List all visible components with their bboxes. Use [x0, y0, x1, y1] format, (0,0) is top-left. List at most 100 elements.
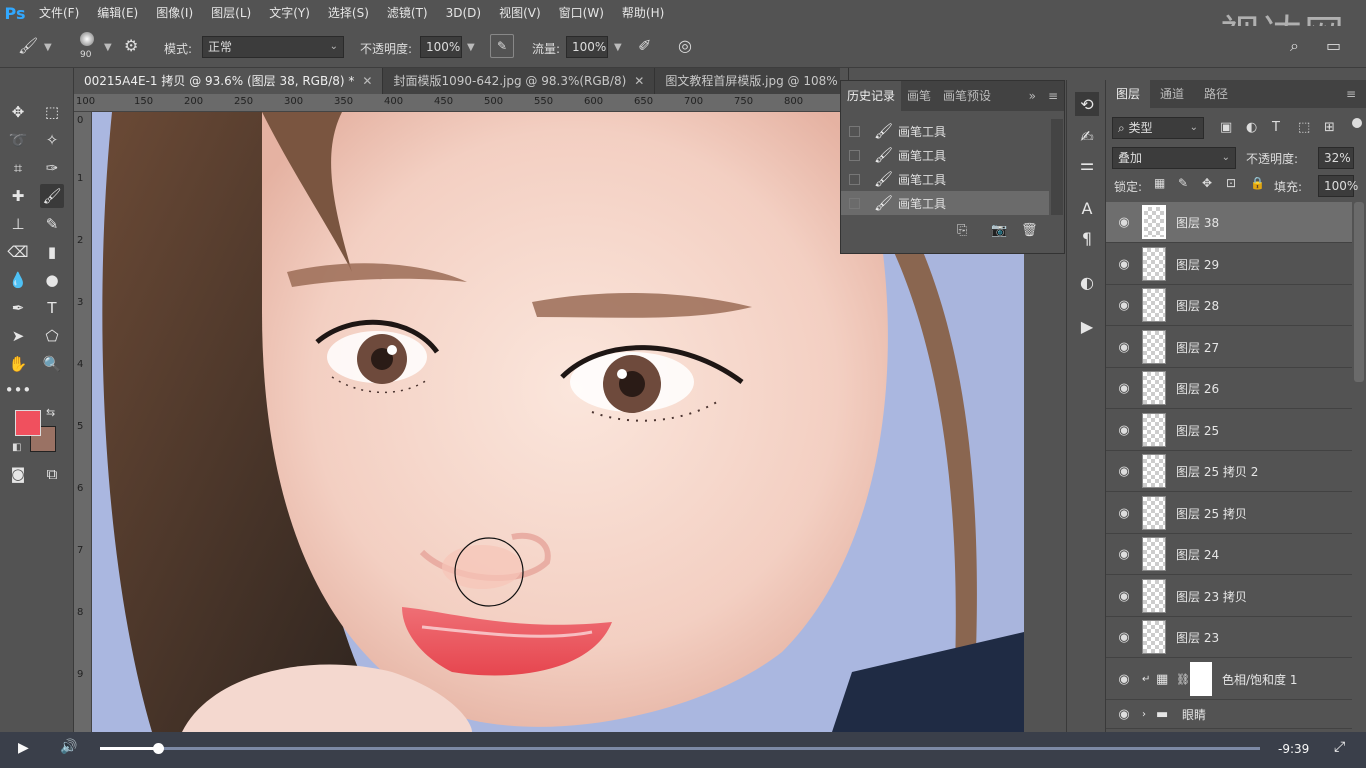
- history-brush-tool-icon[interactable]: ✎: [40, 212, 64, 236]
- menu-image[interactable]: 图像(I): [147, 0, 202, 26]
- brush-panel-toggle-icon[interactable]: ⚙: [124, 36, 138, 55]
- brush-tool-icon[interactable]: 🖌: [40, 184, 64, 208]
- history-checkbox[interactable]: [849, 173, 860, 185]
- tab-channels[interactable]: 通道: [1150, 80, 1194, 108]
- filter-adjustment-icon[interactable]: ◐: [1246, 120, 1257, 135]
- trash-icon[interactable]: 🗑: [1021, 223, 1038, 238]
- chevron-down-icon[interactable]: ▼: [104, 42, 112, 53]
- volume-icon[interactable]: 🔊: [60, 739, 77, 755]
- crop-tool-icon[interactable]: ⌗: [6, 156, 30, 180]
- brush-panel-icon[interactable]: ✍: [1075, 124, 1099, 148]
- tab-brush[interactable]: 画笔: [901, 81, 937, 111]
- tab-paths[interactable]: 路径: [1194, 80, 1238, 108]
- workspace-icon[interactable]: ▭: [1326, 36, 1341, 55]
- gradient-tool-icon[interactable]: ▮: [40, 240, 64, 264]
- history-checkbox[interactable]: [849, 125, 860, 137]
- more-tools-icon[interactable]: •••: [5, 378, 32, 402]
- filter-type-icon[interactable]: T: [1272, 120, 1280, 135]
- history-item[interactable]: 🖌 画笔工具: [841, 119, 1049, 143]
- menu-window[interactable]: 窗口(W): [550, 0, 613, 26]
- tab-document-3[interactable]: 图文教程首屏模版.jpg @ 108%: [655, 68, 849, 94]
- eye-icon[interactable]: ◉: [1106, 707, 1142, 722]
- menu-filter[interactable]: 滤镜(T): [378, 0, 437, 26]
- fill-input[interactable]: 100%: [1318, 175, 1358, 197]
- hand-tool-icon[interactable]: ✋: [6, 352, 30, 376]
- adjustment-layer-row[interactable]: ◉ ↵ ▦ ⛓ 色相/饱和度 1: [1106, 659, 1352, 700]
- pressure-size-icon[interactable]: ◎: [678, 36, 692, 55]
- filter-toggle[interactable]: [1352, 118, 1362, 128]
- layer-row[interactable]: ◉ 图层 23: [1106, 617, 1352, 658]
- layer-opacity-input[interactable]: 32%: [1318, 147, 1354, 169]
- layer-row[interactable]: ◉ 图层 23 拷贝: [1106, 576, 1352, 617]
- panel-menu-icon[interactable]: ≡: [1042, 81, 1064, 111]
- eye-icon[interactable]: ◉: [1106, 672, 1142, 687]
- swap-colors-icon[interactable]: ⇆: [46, 406, 55, 419]
- layer-row[interactable]: ◉ 图层 25 拷贝 2: [1106, 451, 1352, 492]
- blend-mode-select[interactable]: 正常 ⌄: [202, 36, 344, 58]
- magic-wand-tool-icon[interactable]: ✧: [40, 128, 64, 152]
- brush-preset-icon[interactable]: [80, 32, 94, 46]
- move-tool-icon[interactable]: ✥: [6, 100, 30, 124]
- lock-all-icon[interactable]: 🔒: [1250, 176, 1265, 190]
- actions-play-icon[interactable]: ▶: [1075, 314, 1099, 338]
- panel-expand-icon[interactable]: »: [1023, 81, 1042, 111]
- eye-icon[interactable]: ◉: [1106, 298, 1142, 313]
- chevron-down-icon[interactable]: ▼: [467, 42, 475, 53]
- paragraph-panel-icon[interactable]: ¶: [1075, 226, 1099, 250]
- close-icon[interactable]: ✕: [362, 74, 372, 88]
- eye-icon[interactable]: ◉: [1106, 340, 1142, 355]
- default-colors-icon[interactable]: ◧: [12, 442, 21, 453]
- filter-smart-object-icon[interactable]: ⊞: [1324, 120, 1335, 135]
- character-panel-icon[interactable]: A: [1075, 196, 1099, 220]
- tab-layers[interactable]: 图层: [1106, 80, 1151, 108]
- new-document-from-state-icon[interactable]: ⎘: [957, 223, 967, 238]
- layer-row[interactable]: ◉ 图层 38: [1106, 202, 1352, 243]
- layer-row[interactable]: ◉ 图层 29: [1106, 244, 1352, 285]
- menu-layer[interactable]: 图层(L): [202, 0, 260, 26]
- search-icon[interactable]: ⌕: [1290, 36, 1299, 56]
- menu-file[interactable]: 文件(F): [30, 0, 88, 26]
- menu-edit[interactable]: 编辑(E): [88, 0, 147, 26]
- tab-brush-presets[interactable]: 画笔预设: [937, 81, 997, 111]
- menu-help[interactable]: 帮助(H): [613, 0, 673, 26]
- snapshot-camera-icon[interactable]: 📷: [991, 223, 1007, 238]
- fullscreen-icon[interactable]: ⤢: [1334, 739, 1345, 755]
- clone-stamp-tool-icon[interactable]: ⊥: [6, 212, 30, 236]
- eye-icon[interactable]: ◉: [1106, 464, 1142, 479]
- eraser-tool-icon[interactable]: ⌫: [6, 240, 30, 264]
- chevron-down-icon[interactable]: ▼: [614, 42, 622, 53]
- pen-tool-icon[interactable]: ✒: [6, 296, 30, 320]
- eye-icon[interactable]: ◉: [1106, 589, 1142, 604]
- layer-row[interactable]: ◉ 图层 28: [1106, 285, 1352, 326]
- lock-position-icon[interactable]: ✥: [1202, 176, 1212, 190]
- lock-transparent-icon[interactable]: ▦: [1154, 176, 1165, 190]
- layer-filter-select[interactable]: ⌕ 类型 ⌄: [1112, 117, 1204, 139]
- play-icon[interactable]: ▶: [18, 740, 29, 756]
- filter-pixel-icon[interactable]: ▣: [1220, 120, 1232, 135]
- chevron-right-icon[interactable]: ›: [1142, 709, 1156, 720]
- eye-icon[interactable]: ◉: [1106, 381, 1142, 396]
- zoom-tool-icon[interactable]: 🔍: [40, 352, 64, 376]
- history-scrollbar[interactable]: [1051, 119, 1063, 215]
- adjustments-panel-icon[interactable]: ◐: [1075, 270, 1099, 294]
- type-tool-icon[interactable]: T: [40, 296, 64, 320]
- brush-tool-icon[interactable]: 🖌: [18, 36, 38, 55]
- tab-history[interactable]: 历史记录: [841, 81, 902, 111]
- history-item[interactable]: 🖌 画笔工具: [841, 167, 1049, 191]
- menu-view[interactable]: 视图(V): [490, 0, 550, 26]
- video-progress-handle[interactable]: [153, 743, 164, 754]
- eye-icon[interactable]: ◉: [1106, 506, 1142, 521]
- layer-blend-mode-select[interactable]: 叠加 ⌄: [1112, 147, 1236, 169]
- tab-document-2[interactable]: 封面模版1090-642.jpg @ 98.3%(RGB/8) ✕: [383, 68, 656, 94]
- eyedropper-tool-icon[interactable]: ✑: [40, 156, 64, 180]
- menu-3d[interactable]: 3D(D): [437, 0, 490, 26]
- lock-artboard-icon[interactable]: ⊡: [1226, 176, 1236, 190]
- layers-scrollbar[interactable]: [1354, 202, 1364, 382]
- history-checkbox[interactable]: [849, 197, 860, 209]
- panel-menu-icon[interactable]: ≡: [1336, 80, 1366, 108]
- lock-pixels-icon[interactable]: ✎: [1178, 176, 1188, 190]
- history-item[interactable]: 🖌 画笔工具: [841, 143, 1049, 167]
- pressure-opacity-icon[interactable]: ✎: [490, 34, 514, 58]
- eye-icon[interactable]: ◉: [1106, 547, 1142, 562]
- menu-type[interactable]: 文字(Y): [260, 0, 319, 26]
